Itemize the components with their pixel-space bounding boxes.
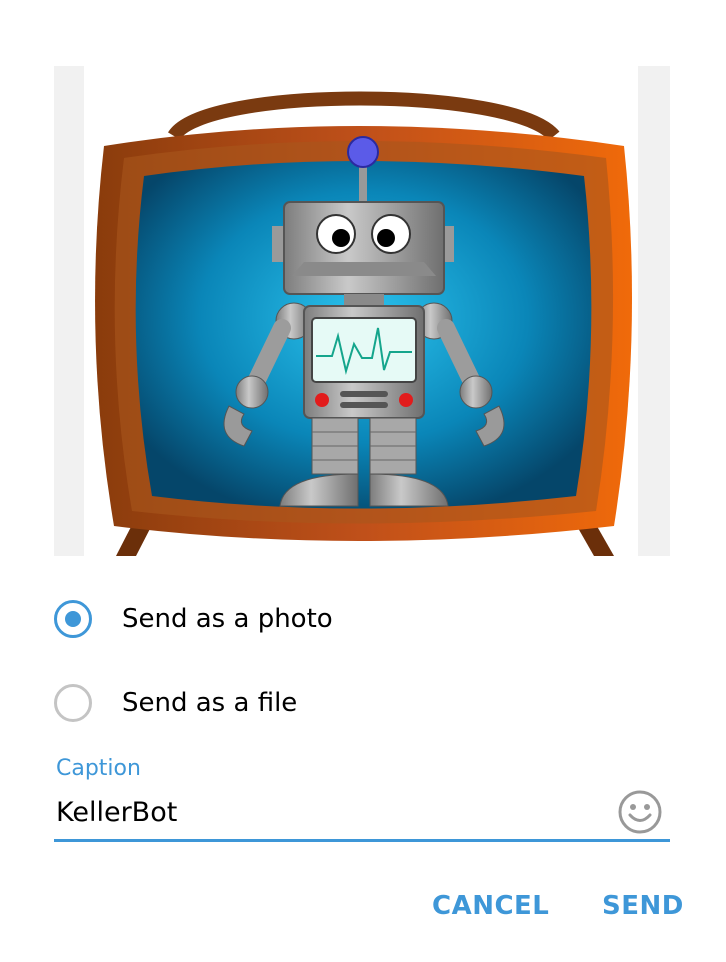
- send-button[interactable]: SEND: [602, 884, 684, 928]
- photo-preview: [54, 66, 670, 556]
- radio-checked-icon[interactable]: [54, 600, 92, 638]
- emoji-icon[interactable]: [616, 788, 664, 836]
- send-as-file-option[interactable]: Send as a file: [54, 681, 297, 725]
- send-as-photo-option[interactable]: Send as a photo: [54, 597, 333, 641]
- send-as-file-label: Send as a file: [122, 688, 298, 718]
- send-as-photo-label: Send as a photo: [122, 604, 333, 634]
- caption-label: Caption: [56, 756, 141, 781]
- radio-unchecked-icon[interactable]: [54, 684, 92, 722]
- caption-underline: [54, 839, 670, 842]
- tv-robot-image: [84, 66, 638, 556]
- caption-input[interactable]: [54, 788, 616, 836]
- cancel-button[interactable]: CANCEL: [432, 884, 549, 928]
